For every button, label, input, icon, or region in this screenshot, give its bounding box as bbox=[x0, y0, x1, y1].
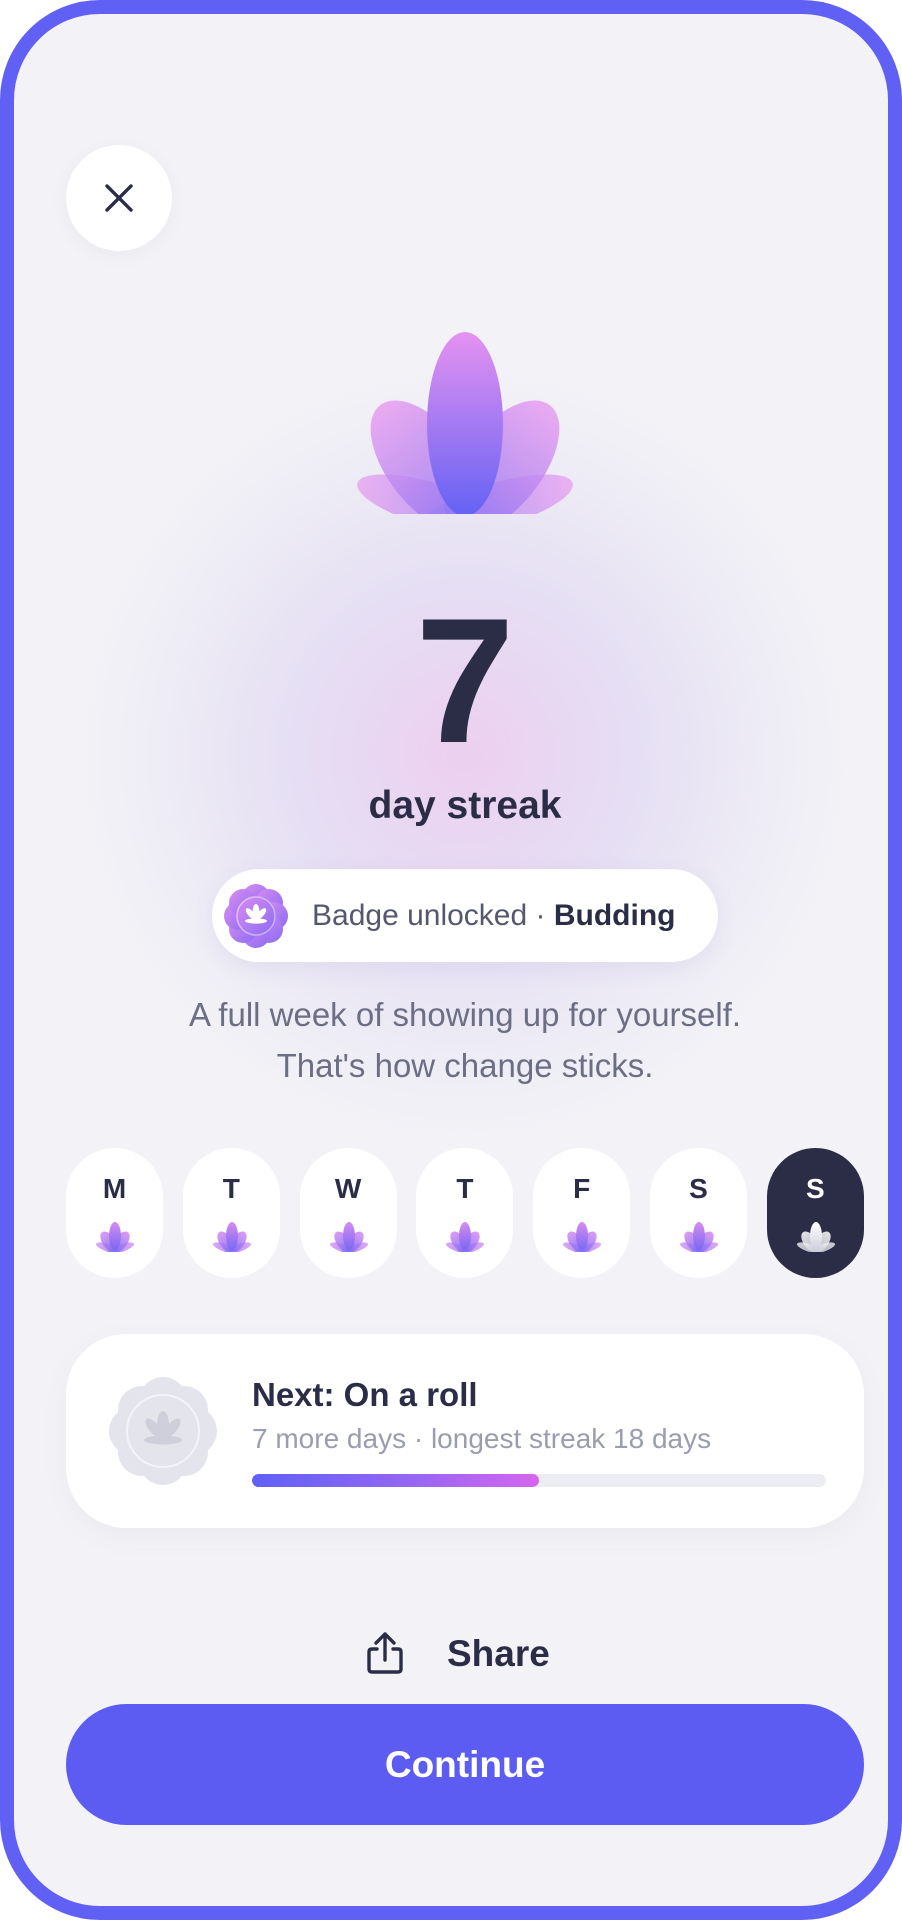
day-letter: T bbox=[222, 1173, 240, 1204]
lotus-icon bbox=[212, 1222, 251, 1252]
close-icon bbox=[105, 184, 133, 212]
phone-screen: 7 day streak Badge unlocked · Budding A … bbox=[0, 0, 902, 1920]
day-chip[interactable]: S bbox=[650, 1148, 747, 1278]
badge-text: Badge unlocked · Budding bbox=[312, 869, 675, 962]
next-badge-title: Next: On a roll bbox=[252, 1376, 478, 1413]
close-button[interactable] bbox=[66, 145, 172, 251]
day-letter: S bbox=[805, 1173, 825, 1204]
lotus-icon bbox=[95, 1222, 135, 1252]
next-badge-card[interactable]: Next: On a roll 7 more days · longest st… bbox=[66, 1334, 864, 1528]
lotus-icon bbox=[563, 1222, 602, 1252]
budding-badge-icon bbox=[224, 884, 288, 948]
badge-prefix: Badge unlocked · bbox=[312, 899, 554, 932]
locked-badge-icon bbox=[109, 1377, 217, 1485]
day-chip[interactable]: S bbox=[766, 1148, 864, 1278]
continue-button[interactable]: Continue bbox=[66, 1704, 864, 1825]
day-letter: T bbox=[456, 1173, 474, 1204]
day-letter: S bbox=[689, 1173, 708, 1204]
lotus-icon bbox=[357, 332, 573, 514]
day-letter: W bbox=[334, 1173, 362, 1204]
day-chip[interactable]: M bbox=[66, 1148, 163, 1278]
day-chip[interactable]: T bbox=[182, 1148, 280, 1278]
next-badge-progress-track bbox=[252, 1474, 826, 1487]
day-letter: F bbox=[573, 1173, 591, 1204]
badge-name: Budding bbox=[553, 899, 676, 932]
next-badge-subtitle: 7 more days · longest streak 18 days bbox=[252, 1423, 712, 1454]
day-chip[interactable]: W bbox=[299, 1148, 397, 1278]
streak-count: 7 bbox=[415, 581, 515, 780]
next-badge-progress-fill bbox=[252, 1474, 539, 1487]
message-line-2: That's how change sticks. bbox=[276, 1047, 654, 1084]
lotus-icon bbox=[329, 1222, 368, 1252]
share-label: Share bbox=[447, 1633, 550, 1674]
lotus-icon bbox=[446, 1222, 485, 1252]
message-line-1: A full week of showing up for yourself. bbox=[188, 996, 742, 1033]
encouragement-message: A full week of showing up for yourself. … bbox=[14, 989, 888, 1091]
badge-unlocked-pill[interactable]: Badge unlocked · Budding bbox=[212, 869, 718, 962]
day-chip[interactable]: F bbox=[533, 1148, 631, 1278]
day-letter: M bbox=[102, 1173, 127, 1204]
share-icon bbox=[367, 1632, 403, 1674]
lotus-icon bbox=[679, 1222, 719, 1252]
share-button[interactable]: Share bbox=[365, 1626, 565, 1682]
week-days-row: MTWTFSS bbox=[66, 1148, 864, 1278]
day-chip[interactable]: T bbox=[416, 1148, 514, 1278]
streak-label: day streak bbox=[368, 784, 562, 827]
lotus-icon bbox=[796, 1222, 835, 1252]
